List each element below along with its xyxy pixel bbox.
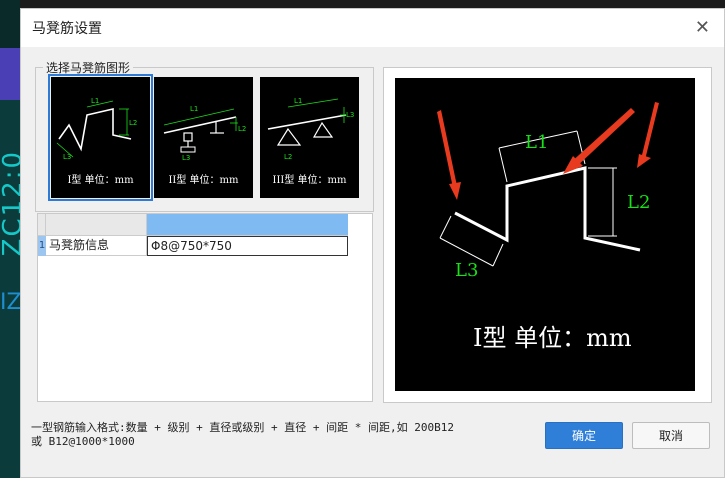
ok-button[interactable]: 确定: [545, 422, 623, 449]
dialog-title: 马凳筋设置: [32, 21, 102, 37]
shape-option-type-1[interactable]: L1 L2 L3 I型 单位：mm: [48, 74, 153, 201]
preview-frame: L1 L2 L3 I型 单位：mm: [383, 67, 712, 403]
shape-1-diagram-icon: L1 L2 L3: [56, 97, 137, 161]
shape-option-type-2[interactable]: L1 L2 L3 II型 单位：mm: [154, 77, 253, 198]
title-bar: 马凳筋设置 ✕: [21, 9, 724, 47]
shape-option-type-3[interactable]: L1 L3 L2 III型 单位：mm: [260, 77, 359, 198]
rebar-shape: [454, 166, 641, 252]
cad-text-2: IZ: [0, 290, 22, 315]
arrow-icon: [437, 110, 457, 188]
cad-stripe: [0, 48, 20, 100]
shape-3-caption: III型 单位：mm: [272, 175, 347, 186]
format-hint-line-1: 一型钢筋输入格式:数量 + 级别 + 直径或级别 + 直径 + 间距 * 间距,…: [31, 421, 454, 434]
preview-l2-label: L2: [627, 192, 650, 213]
shape-3-diagram-icon: L1 L3 L2: [267, 97, 354, 161]
cad-background: ZC12:0 IZ: [0, 0, 28, 478]
shape-2-l3-label: L3: [182, 154, 190, 162]
shape-3-l1-label: L1: [294, 97, 302, 105]
shape-2-caption: II型 单位：mm: [168, 175, 239, 186]
grid-value-header: [147, 214, 348, 236]
shape-3-l2-label: L2: [284, 153, 292, 161]
preview-l3-label: L3: [455, 260, 478, 281]
preview-l1-label: L1: [525, 132, 548, 153]
shape-2-diagram-icon: L1 L2 L3: [163, 105, 246, 162]
shape-2-l1-label: L1: [190, 105, 198, 113]
grid-row-value-input[interactable]: Φ8@750*750: [147, 236, 348, 256]
close-icon[interactable]: ✕: [695, 17, 710, 38]
shape-group-label: 选择马凳筋图形: [43, 59, 134, 76]
property-grid: 1 马凳筋信息 Φ8@750*750: [37, 213, 373, 402]
format-hint-line-2: 或 B12@1000*1000: [31, 435, 135, 448]
shape-1-l2-label: L2: [129, 119, 137, 127]
format-hint: 一型钢筋输入格式:数量 + 级别 + 直径或级别 + 直径 + 间距 * 间距,…: [31, 421, 491, 449]
grid-corner-header: [38, 214, 46, 236]
shape-preview: L1 L2 L3 I型 单位：mm: [395, 78, 695, 391]
preview-diagram: L1 L2 L3 I型 单位：mm: [437, 102, 659, 352]
grid-name-header: [46, 214, 147, 236]
shape-1-caption: I型 单位：mm: [67, 175, 134, 186]
shape-1-l1-label: L1: [91, 97, 99, 105]
preview-caption: I型 单位：mm: [473, 324, 632, 352]
arrow-icon: [641, 102, 659, 160]
arrow-head-icon: [637, 154, 651, 168]
arrow-head-icon: [449, 182, 461, 200]
cancel-button[interactable]: 取消: [632, 422, 710, 449]
grid-row-label: 马凳筋信息: [46, 236, 147, 256]
shape-3-l3-label: L3: [346, 111, 354, 119]
shape-2-l2-label: L2: [238, 125, 246, 133]
shape-1-l3-label: L3: [63, 153, 71, 161]
stool-rebar-dialog: 马凳筋设置 ✕ 选择马凳筋图形 L1 L2 L3 I型 单位：mm L1 L2 …: [20, 8, 725, 478]
grid-row-number: 1: [38, 236, 46, 256]
